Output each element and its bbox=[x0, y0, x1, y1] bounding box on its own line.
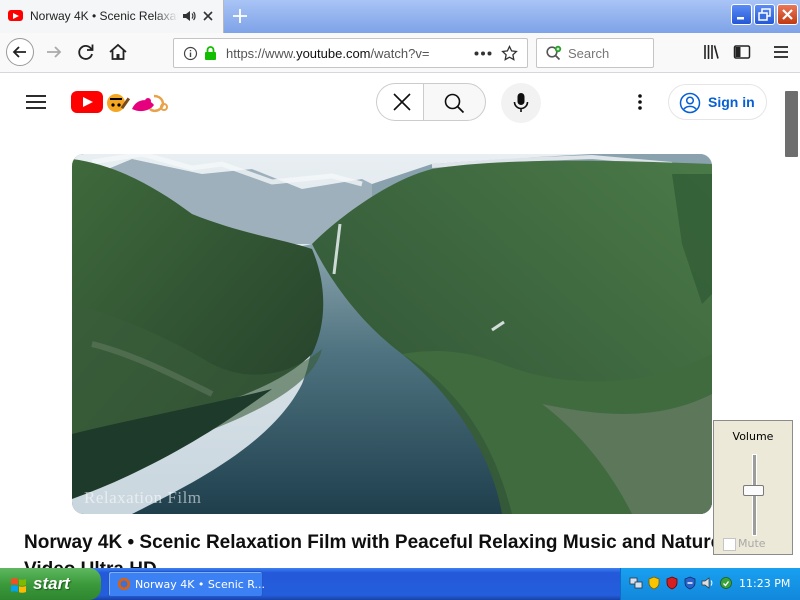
window-close-button[interactable] bbox=[777, 4, 798, 25]
back-arrow-icon bbox=[12, 46, 26, 58]
speaker-icon[interactable] bbox=[182, 9, 196, 23]
youtube-logo[interactable] bbox=[71, 91, 103, 113]
close-tab-icon[interactable] bbox=[202, 10, 214, 22]
video-player[interactable]: Relaxation Film bbox=[72, 154, 712, 514]
volume-slider-thumb[interactable] bbox=[743, 485, 764, 496]
sidebar-toggle-icon[interactable] bbox=[728, 38, 756, 66]
windows-flag-icon bbox=[11, 578, 26, 593]
sign-in-button[interactable]: Sign in bbox=[668, 84, 767, 120]
menu-hamburger-icon[interactable] bbox=[767, 38, 795, 66]
search-icon bbox=[444, 93, 465, 114]
tab-strip-background bbox=[224, 0, 800, 33]
speaker-tray-icon[interactable] bbox=[701, 576, 715, 590]
more-options-icon[interactable] bbox=[630, 92, 650, 112]
security-shield-icon[interactable] bbox=[647, 576, 661, 590]
youtube-search-button[interactable] bbox=[423, 83, 486, 121]
home-icon[interactable] bbox=[104, 38, 132, 66]
youtube-doodle-icon[interactable] bbox=[104, 87, 174, 117]
restore-icon bbox=[758, 8, 771, 21]
page-actions-icon[interactable] bbox=[474, 51, 492, 56]
antivirus-icon[interactable] bbox=[665, 576, 679, 590]
update-tray-icon[interactable] bbox=[719, 576, 733, 590]
system-tray: 11:23 PM bbox=[620, 568, 800, 600]
reload-icon[interactable] bbox=[72, 38, 100, 66]
url-prefix: https://www. bbox=[226, 46, 297, 61]
info-icon[interactable] bbox=[183, 46, 198, 61]
start-label: start bbox=[33, 574, 70, 593]
account-icon bbox=[679, 92, 701, 114]
volume-label: Volume bbox=[732, 430, 774, 443]
clear-x-icon bbox=[393, 93, 411, 111]
video-frame-fjord-image bbox=[72, 154, 712, 514]
windows-taskbar: start Norway 4K • Scenic R... 11:23 PM bbox=[0, 568, 800, 600]
library-icon[interactable] bbox=[697, 38, 725, 66]
window-restore-button[interactable] bbox=[754, 4, 775, 25]
clear-search-button[interactable] bbox=[376, 83, 424, 121]
voice-search-button[interactable] bbox=[501, 83, 541, 123]
firefox-taskbar-icon bbox=[118, 578, 130, 590]
url-bar[interactable]: https://www.youtube.com/watch?v= bbox=[173, 38, 528, 68]
mute-checkbox[interactable] bbox=[723, 538, 736, 551]
youtube-header: Sign in bbox=[0, 73, 783, 133]
scrollbar-thumb[interactable] bbox=[785, 91, 798, 157]
video-watermark: Relaxation Film bbox=[84, 488, 202, 507]
browser-toolbar: https://www.youtube.com/watch?v= Search bbox=[0, 33, 800, 73]
taskbar-firefox-window[interactable]: Norway 4K • Scenic R... bbox=[108, 571, 266, 597]
forward-arrow-icon[interactable] bbox=[40, 38, 68, 66]
browser-tab-strip: Norway 4K • Scenic Relaxation Film with … bbox=[0, 0, 800, 33]
browser-tab-active[interactable]: Norway 4K • Scenic Relaxation Film with … bbox=[0, 0, 224, 33]
search-engine-icon[interactable] bbox=[545, 45, 564, 62]
search-placeholder: Search bbox=[568, 46, 610, 61]
shield-alert-icon[interactable] bbox=[683, 576, 697, 590]
new-tab-icon[interactable] bbox=[232, 8, 248, 24]
lock-icon[interactable] bbox=[203, 45, 218, 61]
window-minimize-button[interactable] bbox=[731, 4, 752, 25]
browser-search-field[interactable]: Search bbox=[536, 38, 654, 68]
microphone-icon bbox=[513, 93, 529, 112]
url-host: youtube.com bbox=[296, 46, 371, 61]
back-button[interactable] bbox=[6, 38, 34, 66]
bookmark-star-icon[interactable] bbox=[501, 45, 518, 62]
mute-label: Mute bbox=[738, 537, 766, 550]
close-window-icon bbox=[782, 9, 793, 20]
start-button[interactable]: start bbox=[0, 568, 101, 600]
guide-menu-icon[interactable] bbox=[26, 94, 46, 110]
tab-title: Norway 4K • Scenic Relaxation Film with … bbox=[30, 9, 178, 23]
minimize-icon bbox=[737, 17, 744, 20]
url-path: /watch?v= bbox=[370, 46, 430, 61]
sign-in-label: Sign in bbox=[708, 94, 755, 110]
taskbar-clock: 11:23 PM bbox=[739, 577, 791, 590]
taskbar-item-label: Norway 4K • Scenic R... bbox=[135, 578, 266, 591]
url-text: https://www.youtube.com/watch?v= bbox=[226, 46, 444, 61]
youtube-favicon-icon bbox=[8, 10, 23, 21]
network-tray-icon[interactable] bbox=[629, 576, 643, 590]
volume-control-panel: Volume Mute bbox=[713, 420, 793, 555]
